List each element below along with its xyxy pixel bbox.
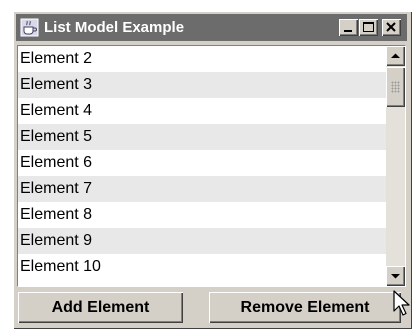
list-item[interactable]: Element 4: [18, 98, 386, 124]
close-icon: [386, 22, 396, 32]
list-item[interactable]: Element 10: [18, 254, 386, 280]
list-item[interactable]: Element 9: [18, 228, 386, 254]
arrow-down-icon: [391, 274, 400, 279]
title-bar[interactable]: List Model Example: [16, 14, 407, 41]
grip-icon: [391, 81, 400, 93]
vertical-scrollbar[interactable]: [386, 46, 405, 286]
remove-element-button[interactable]: Remove Element: [209, 292, 401, 323]
list-item[interactable]: Element 3: [18, 72, 386, 98]
window-title: List Model Example: [44, 19, 185, 36]
close-button[interactable]: [382, 19, 401, 36]
maximize-button[interactable]: [359, 19, 378, 36]
scroll-up-button[interactable]: [386, 46, 405, 66]
minimize-button[interactable]: [339, 19, 358, 36]
arrow-up-icon: [391, 53, 400, 58]
list-item[interactable]: Element 8: [18, 202, 386, 228]
list-scroll-pane: Element 2 Element 3 Element 4 Element 5 …: [17, 45, 406, 287]
maximize-icon: [363, 22, 374, 32]
list-item[interactable]: Element 2: [18, 46, 386, 72]
add-element-button[interactable]: Add Element: [18, 292, 183, 323]
java-cup-icon: [20, 18, 39, 37]
minimize-icon: [344, 30, 352, 32]
scrollbar-thumb[interactable]: [386, 67, 405, 107]
mouse-pointer-icon: [393, 290, 410, 316]
scroll-down-button[interactable]: [386, 266, 405, 286]
app-window: List Model Example Element 2 Element 3 E…: [13, 11, 412, 329]
element-list[interactable]: Element 2 Element 3 Element 4 Element 5 …: [18, 46, 386, 286]
list-item[interactable]: Element 7: [18, 176, 386, 202]
list-item[interactable]: Element 6: [18, 150, 386, 176]
list-item[interactable]: Element 5: [18, 124, 386, 150]
